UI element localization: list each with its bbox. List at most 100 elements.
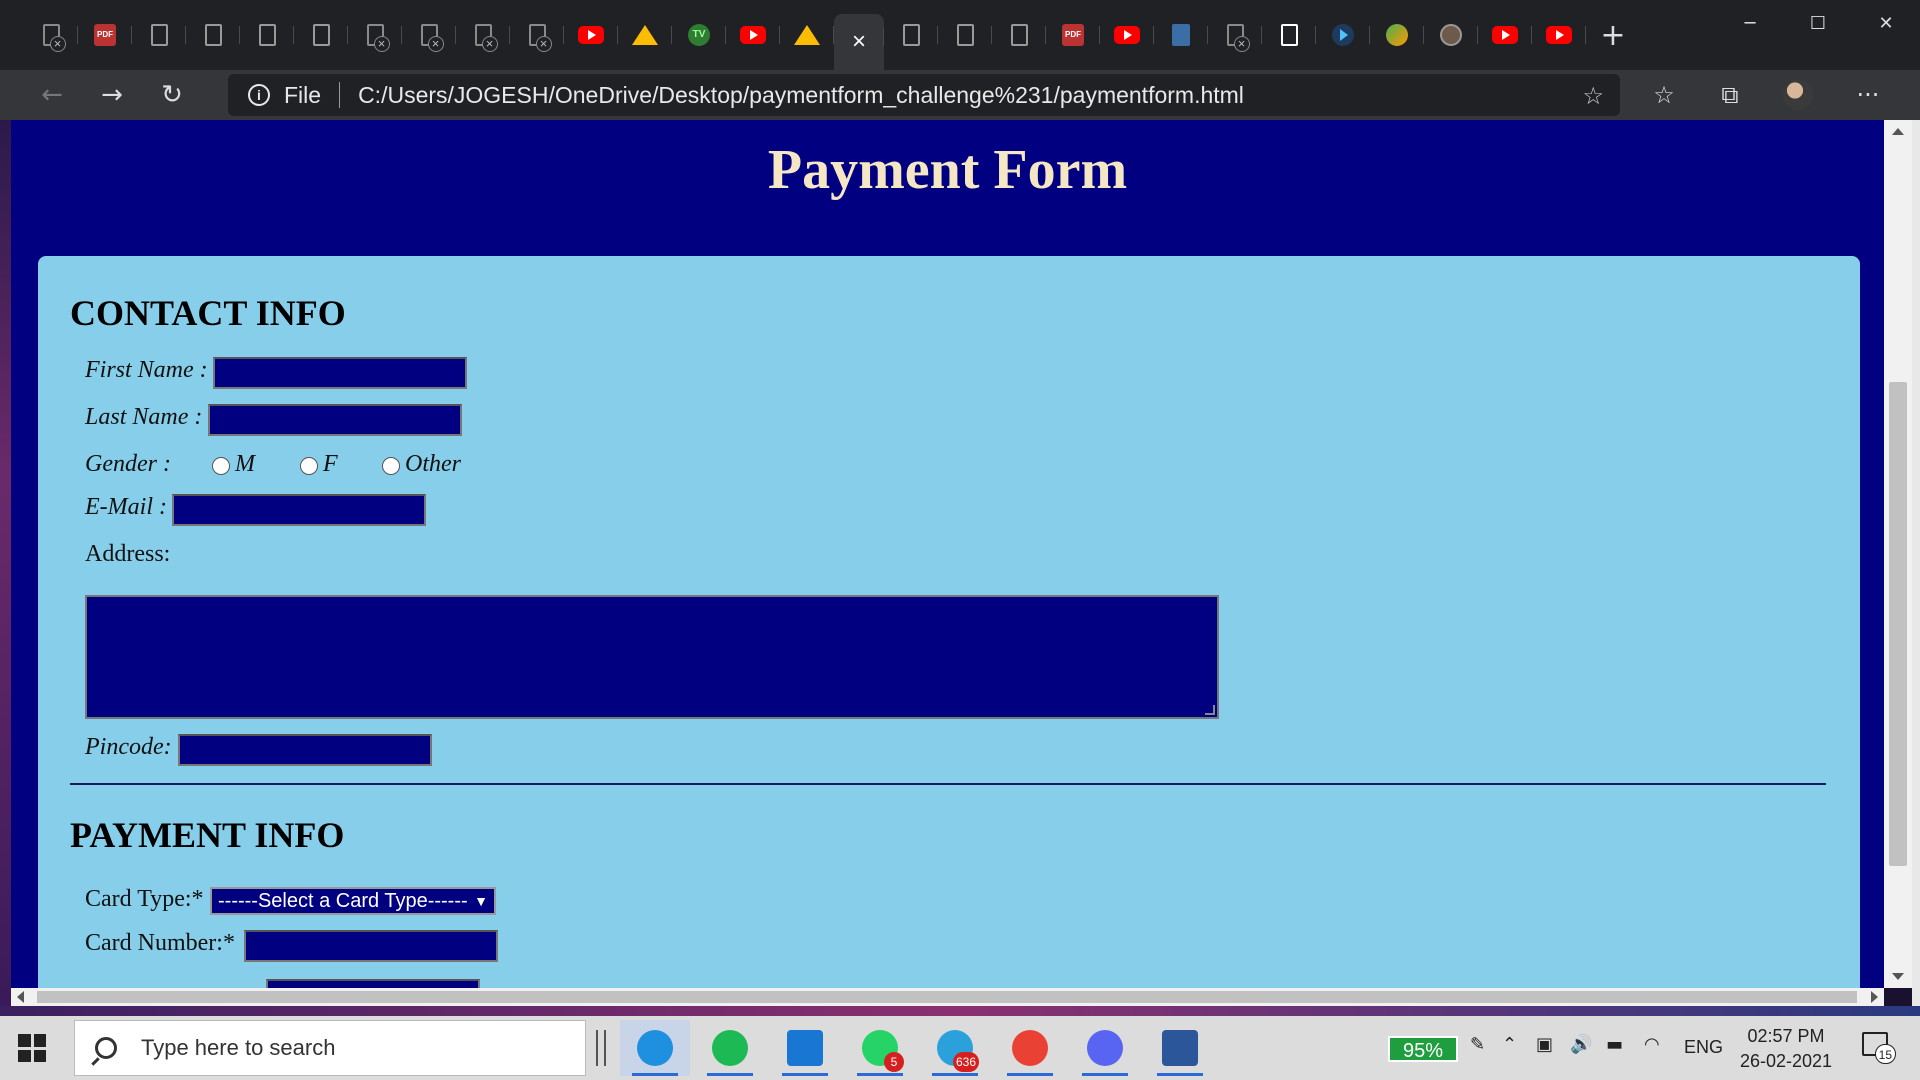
taskbar-app[interactable] bbox=[695, 1020, 765, 1076]
instagram-icon bbox=[787, 1030, 823, 1066]
browser-tab[interactable] bbox=[1424, 12, 1478, 58]
taskbar-app[interactable] bbox=[1145, 1020, 1215, 1076]
browser-tab[interactable] bbox=[186, 12, 240, 58]
taskbar-app[interactable] bbox=[1070, 1020, 1140, 1076]
browser-tab[interactable] bbox=[1208, 12, 1262, 58]
unread-count-badge: 5 bbox=[884, 1052, 904, 1072]
address-bar[interactable]: i File C:/Users/JOGESH/OneDrive/Desktop/… bbox=[228, 74, 1620, 116]
clock-time: 02:57 PM bbox=[1747, 1026, 1825, 1046]
browser-tab[interactable] bbox=[884, 12, 938, 58]
horizontal-scrollbar[interactable] bbox=[11, 988, 1884, 1006]
taskbar-app[interactable]: 636 bbox=[920, 1020, 990, 1076]
new-tab-button[interactable]: + bbox=[1586, 18, 1640, 53]
taskbar-search-box[interactable]: Type here to search bbox=[74, 1020, 586, 1076]
battery-percent-badge[interactable]: 95% bbox=[1388, 1036, 1458, 1062]
browser-tab[interactable]: × bbox=[834, 14, 884, 70]
profile-avatar[interactable] bbox=[1778, 75, 1818, 115]
battery-icon[interactable]: ▬ bbox=[1606, 1034, 1623, 1055]
close-window-button[interactable]: ✕ bbox=[1852, 0, 1920, 46]
minimize-button[interactable]: ─ bbox=[1716, 0, 1784, 46]
page-title: Payment Form bbox=[767, 139, 1128, 201]
browser-tab[interactable] bbox=[780, 12, 834, 58]
browser-tab[interactable] bbox=[564, 12, 618, 58]
browser-tab[interactable] bbox=[294, 12, 348, 58]
gender-radio-f[interactable] bbox=[300, 457, 318, 475]
site-info-icon[interactable]: i bbox=[248, 84, 270, 106]
maximize-button[interactable]: ☐ bbox=[1784, 0, 1852, 46]
taskbar-app[interactable] bbox=[770, 1020, 840, 1076]
browser-tab[interactable] bbox=[132, 12, 186, 58]
browser-tab[interactable] bbox=[240, 12, 294, 58]
pen-icon[interactable]: ✎ bbox=[1470, 1034, 1485, 1055]
card-type-select[interactable]: ------Select a Card Type------ ▼ bbox=[210, 887, 496, 915]
close-tab-icon[interactable]: × bbox=[852, 30, 866, 54]
more-menu-icon[interactable]: ··· bbox=[1848, 75, 1888, 115]
browser-tab[interactable] bbox=[456, 12, 510, 58]
browser-tab[interactable] bbox=[402, 12, 456, 58]
browser-tab[interactable] bbox=[1370, 12, 1424, 58]
gender-option-m: M bbox=[235, 451, 255, 477]
browser-tab[interactable] bbox=[1262, 12, 1316, 58]
show-hidden-icons-chevron-icon[interactable]: ⌃ bbox=[1502, 1034, 1517, 1055]
collections-icon[interactable]: ⧉ bbox=[1710, 75, 1750, 115]
reload-button[interactable]: ↻ bbox=[142, 75, 202, 115]
youtube-icon bbox=[578, 26, 604, 44]
scroll-up-icon[interactable] bbox=[1892, 128, 1904, 135]
windows-start-icon[interactable] bbox=[18, 1034, 46, 1062]
volume-icon[interactable]: 🔊 bbox=[1570, 1034, 1592, 1055]
forward-button[interactable]: → bbox=[82, 75, 142, 115]
gender-radio-m[interactable] bbox=[212, 457, 230, 475]
browser-tab[interactable] bbox=[24, 12, 78, 58]
last-name-input[interactable] bbox=[208, 404, 462, 436]
scroll-left-icon[interactable] bbox=[17, 991, 24, 1003]
browser-tab[interactable] bbox=[726, 12, 780, 58]
task-view-icon[interactable] bbox=[596, 1030, 606, 1066]
email-label: E-Mail : bbox=[85, 494, 167, 520]
gender-radio-other[interactable] bbox=[382, 457, 400, 475]
browser-tab[interactable] bbox=[1100, 12, 1154, 58]
browser-tab[interactable] bbox=[1154, 12, 1208, 58]
card-number-input[interactable] bbox=[244, 930, 498, 962]
wifi-icon[interactable]: ◠ bbox=[1644, 1034, 1660, 1055]
pincode-input[interactable] bbox=[178, 734, 432, 766]
taskbar-app[interactable] bbox=[620, 1020, 690, 1076]
browser-tab[interactable]: TV bbox=[672, 12, 726, 58]
browser-tab[interactable] bbox=[1316, 12, 1370, 58]
spotify-icon bbox=[712, 1030, 748, 1066]
browser-tab[interactable] bbox=[618, 12, 672, 58]
circle-app-icon bbox=[1440, 24, 1462, 46]
browser-tab[interactable] bbox=[992, 12, 1046, 58]
favorites-icon[interactable]: ☆ bbox=[1644, 75, 1684, 115]
browser-tab[interactable] bbox=[938, 12, 992, 58]
scroll-down-icon[interactable] bbox=[1892, 973, 1904, 980]
notification-center-icon[interactable]: 15 bbox=[1862, 1032, 1896, 1064]
scroll-right-icon[interactable] bbox=[1871, 991, 1878, 1003]
partially-visible-input[interactable] bbox=[266, 979, 480, 988]
taskbar-app[interactable]: 5 bbox=[845, 1020, 915, 1076]
doc-icon bbox=[1010, 24, 1028, 46]
horizontal-scroll-thumb[interactable] bbox=[37, 991, 1857, 1003]
browser-tab[interactable]: PDF bbox=[1046, 12, 1100, 58]
clock[interactable]: 02:57 PM 26-02-2021 bbox=[1736, 1024, 1836, 1074]
browser-tab[interactable] bbox=[510, 12, 564, 58]
browser-tab[interactable]: PDF bbox=[78, 12, 132, 58]
resize-handle-icon[interactable] bbox=[1205, 705, 1215, 715]
url-text[interactable]: C:/Users/JOGESH/OneDrive/Desktop/payment… bbox=[358, 82, 1244, 109]
meet-now-icon[interactable]: ▣ bbox=[1536, 1034, 1553, 1055]
address-textarea[interactable] bbox=[85, 595, 1219, 719]
search-icon bbox=[95, 1037, 117, 1059]
last-name-label: Last Name : bbox=[85, 404, 203, 430]
email-input[interactable] bbox=[172, 494, 426, 526]
browser-tab[interactable] bbox=[348, 12, 402, 58]
google-drive-icon bbox=[794, 25, 820, 45]
scheme-label: File bbox=[284, 81, 322, 108]
back-button[interactable]: ← bbox=[22, 75, 82, 115]
first-name-input[interactable] bbox=[213, 357, 467, 389]
taskbar-app[interactable] bbox=[995, 1020, 1065, 1076]
language-indicator[interactable]: ENG bbox=[1684, 1037, 1723, 1058]
browser-tab[interactable] bbox=[1478, 12, 1532, 58]
add-favorite-icon[interactable]: ☆ bbox=[1582, 82, 1604, 111]
vertical-scrollbar[interactable] bbox=[1884, 120, 1912, 988]
scroll-thumb[interactable] bbox=[1889, 382, 1907, 866]
browser-tab[interactable] bbox=[1532, 12, 1586, 58]
